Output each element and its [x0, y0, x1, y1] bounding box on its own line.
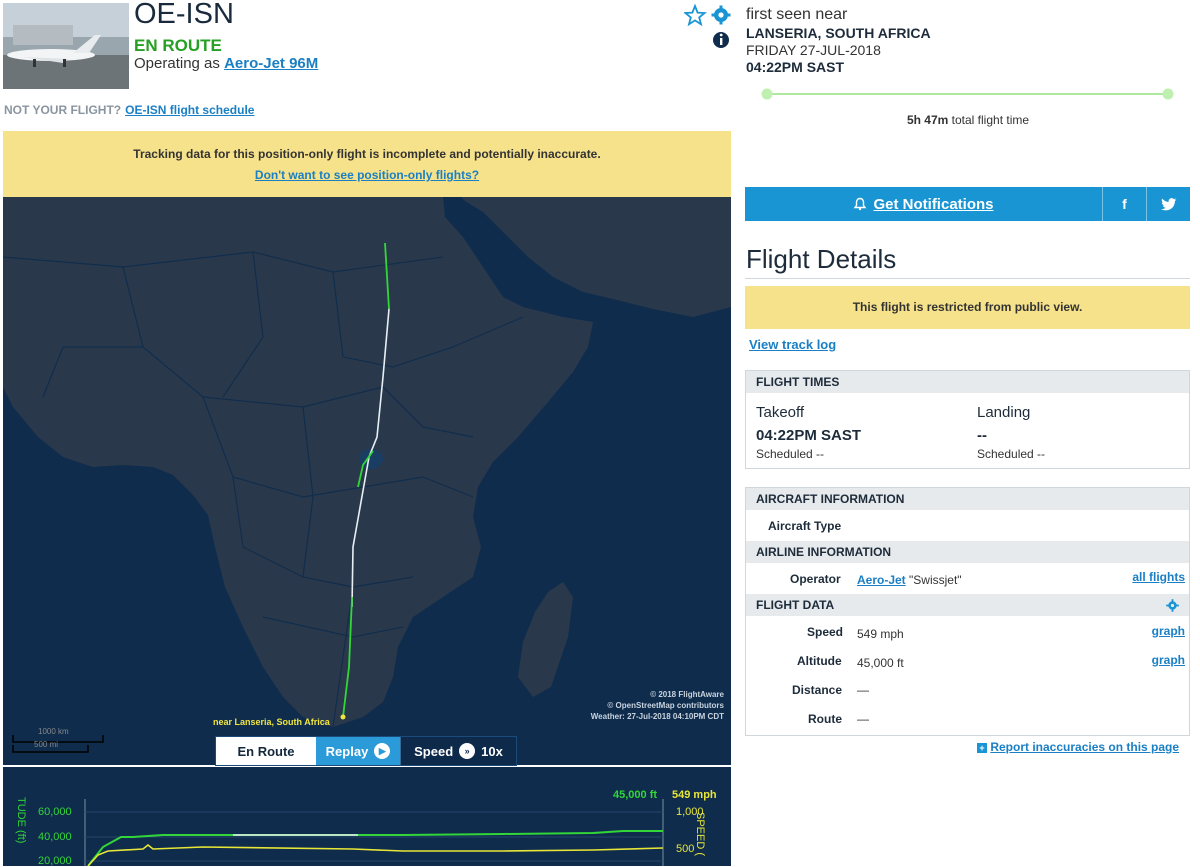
landing-scheduled: Scheduled -- [977, 447, 1046, 461]
scale-mi: 500 mi [34, 740, 59, 749]
route-label: Route [808, 712, 842, 726]
header-icons [683, 3, 734, 59]
speed-readout: 549 mph [672, 789, 717, 801]
get-notifications-button[interactable]: Get Notifications [745, 187, 1102, 221]
notification-bar: Get Notifications f [745, 187, 1190, 221]
gear-icon[interactable] [711, 5, 731, 25]
operating-callsign-link[interactable]: Aero-Jet 96M [224, 55, 318, 72]
flight-data-header: FLIGHT DATA [746, 594, 1189, 616]
landing-label: Landing [977, 404, 1031, 421]
altitude-speed-graph: TUDE (ft) [3, 767, 731, 866]
total-flight-time-value: 5h 47m [906, 113, 949, 127]
speed-axis-label: SPEED ( [694, 812, 706, 857]
flight-status: EN ROUTE [134, 36, 222, 55]
takeoff-time: 04:22PM SAST [756, 427, 862, 444]
speed-label: Speed [807, 625, 844, 639]
alt-tick-60000: 60,000 [38, 806, 72, 818]
gear-icon[interactable] [1166, 599, 1179, 612]
map-controls: En Route Replay ▶ Speed » 10x [215, 736, 517, 766]
operating-prefix: Operating as [134, 55, 225, 72]
svg-text:TUDE (ft): TUDE (ft) [15, 797, 27, 843]
plus-icon: + [977, 742, 987, 753]
flight-times-panel: FLIGHT TIMES Takeoff 04:22PM SAST Schedu… [745, 370, 1190, 469]
takeoff-label: Takeoff [756, 404, 805, 421]
operator-name: "Swissjet" [905, 573, 962, 587]
banner-message: Tracking data for this position-only fli… [133, 147, 601, 161]
hide-position-only-link[interactable]: Don't want to see position-only flights? [255, 168, 479, 182]
altitude-value: 45,000 ft [857, 656, 904, 670]
not-your-flight-label: NOT YOUR FLIGHT? [4, 103, 122, 117]
not-your-flight: NOT YOUR FLIGHT? OE-ISN flight schedule [4, 103, 254, 117]
operating-as: Operating as Aero-Jet 96M [134, 55, 318, 72]
osm-credit: © OpenStreetMap contributors [607, 701, 724, 710]
flight-times-header: FLIGHT TIMES [746, 371, 1189, 393]
speed-button[interactable]: Speed » 10x [400, 737, 516, 765]
star-icon[interactable] [683, 3, 707, 27]
position-only-banner: Tracking data for this position-only fli… [3, 131, 731, 197]
alt-tick-40000: 40,000 [38, 831, 72, 843]
flight-map[interactable] [3, 197, 731, 765]
flight-details-title: Flight Details [746, 244, 897, 274]
airline-info-header: AIRLINE INFORMATION [746, 541, 1189, 563]
all-flights-link[interactable]: all flights [1132, 570, 1185, 584]
map-canvas [3, 197, 731, 765]
distance-label: Distance [792, 683, 843, 697]
speed-label: Speed [414, 743, 454, 759]
get-notifications-label: Get Notifications [873, 195, 994, 213]
view-track-log-link[interactable]: View track log [749, 337, 836, 352]
facebook-share-button[interactable]: f [1102, 187, 1146, 221]
operator-value: Aero-Jet "Swissjet" [857, 573, 962, 587]
origin-time: 04:22PM SAST [746, 59, 845, 75]
speed-graph-link[interactable]: graph [1152, 624, 1185, 638]
weather-timestamp: Weather: 27-Jul-2018 04:10PM CDT [590, 712, 724, 721]
flight-info-panel: AIRCRAFT INFORMATION Aircraft Type AIRLI… [745, 487, 1190, 736]
total-flight-time: 5h 47m total flight time [746, 113, 1190, 127]
fast-forward-icon: » [459, 743, 476, 759]
operator-label: Operator [790, 572, 841, 586]
facebook-icon: f [1122, 196, 1127, 212]
play-icon: ▶ [374, 743, 391, 759]
origin-marker [340, 714, 346, 720]
origin-place: LANSERIA, SOUTH AFRICA [746, 25, 931, 41]
speed-value: 10x [481, 743, 503, 759]
aircraft-info-header: AIRCRAFT INFORMATION [746, 488, 1189, 510]
flight-data-header-label: FLIGHT DATA [756, 598, 835, 612]
operator-link[interactable]: Aero-Jet [857, 573, 906, 587]
map-credits: © 2018 FlightAware © OpenStreetMap contr… [591, 689, 724, 722]
first-seen-label: first seen near [746, 6, 848, 23]
en-route-button[interactable]: En Route [216, 737, 316, 765]
title-divider [745, 278, 1190, 279]
altitude-readout: 45,000 ft [613, 789, 658, 801]
flight-ident: OE-ISN [134, 0, 234, 30]
report-inaccuracies[interactable]: + Report inaccuracies on this page [977, 740, 1179, 754]
flight-progress-bar [761, 87, 1175, 100]
info-icon[interactable] [713, 32, 729, 48]
aircraft-type-label: Aircraft Type [768, 519, 842, 533]
replay-label: Replay [325, 743, 369, 759]
flight-schedule-link[interactable]: OE-ISN flight schedule [125, 103, 254, 117]
total-flight-time-label: total flight time [948, 113, 1030, 127]
map-copyright: © 2018 FlightAware [650, 690, 724, 699]
report-inaccuracies-link[interactable]: Report inaccuracies on this page [990, 740, 1179, 754]
aircraft-photo [3, 3, 129, 89]
replay-button[interactable]: Replay ▶ [316, 737, 400, 765]
speed-tick-500: 500 [676, 843, 695, 855]
alt-tick-20000: 20,000 [38, 855, 72, 867]
origin-date: FRIDAY 27-JUL-2018 [746, 42, 881, 58]
altitude-graph-link[interactable]: graph [1152, 653, 1185, 667]
altitude-label: Altitude [797, 654, 842, 668]
distance-value: — [857, 683, 869, 697]
origin-label: near Lanseria, South Africa [213, 717, 330, 727]
scale-km: 1000 km [38, 727, 69, 736]
landing-time: -- [977, 427, 987, 444]
speed-value: 549 mph [857, 627, 904, 641]
twitter-share-button[interactable] [1146, 187, 1190, 221]
twitter-icon [1160, 197, 1176, 210]
restricted-notice: This flight is restricted from public vi… [745, 286, 1190, 329]
route-value: — [857, 712, 869, 726]
takeoff-scheduled: Scheduled -- [756, 447, 825, 461]
bell-icon [854, 197, 867, 211]
